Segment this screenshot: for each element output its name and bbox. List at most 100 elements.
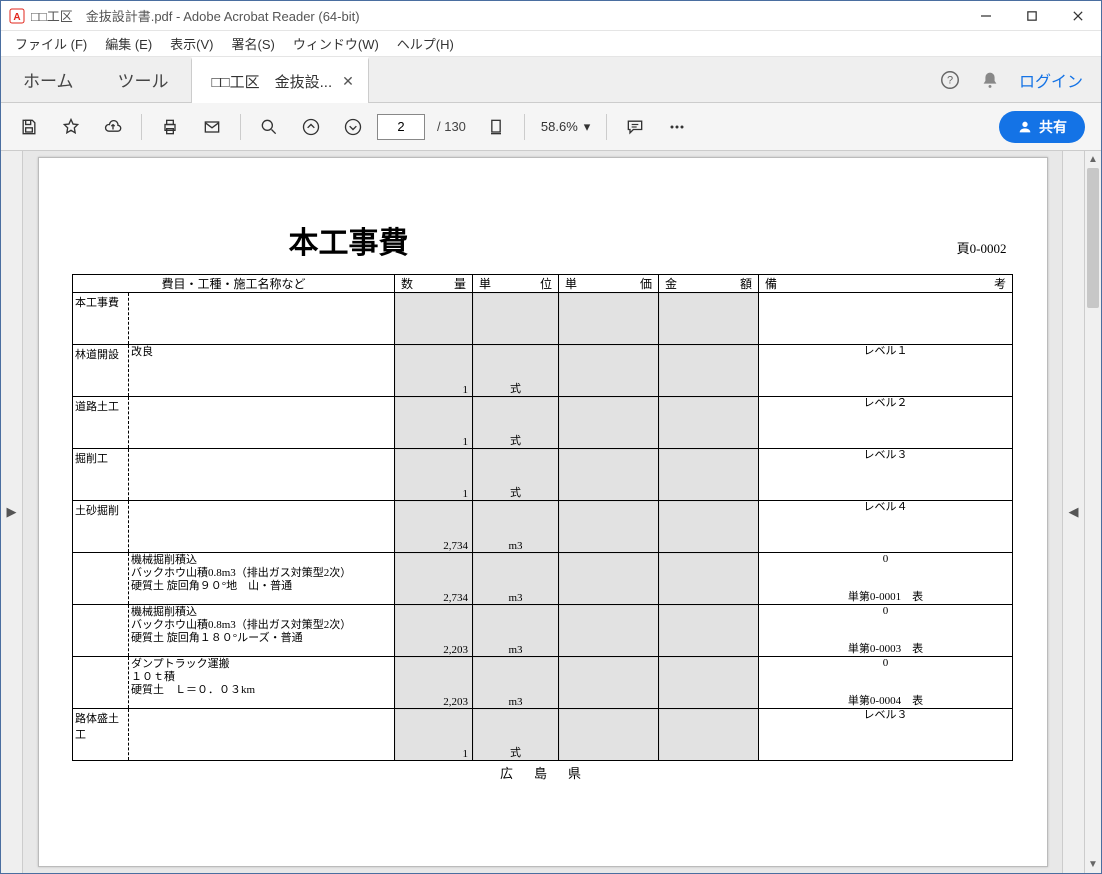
save-icon[interactable] — [11, 109, 47, 145]
fit-page-icon[interactable] — [478, 109, 514, 145]
scroll-track[interactable] — [1085, 168, 1101, 856]
table-cell-qty — [395, 293, 473, 345]
cloud-upload-icon[interactable] — [95, 109, 131, 145]
tab-document[interactable]: □□工区 金抜設... ✕ — [191, 57, 369, 103]
app-icon: A — [9, 8, 25, 24]
zoom-select[interactable]: 58.6% ▾ — [535, 119, 596, 135]
table-cell-uprice — [559, 605, 659, 657]
help-icon[interactable]: ? — [939, 69, 961, 91]
table-cell-uprice — [559, 501, 659, 553]
share-label: 共有 — [1039, 117, 1067, 137]
table-cell-qty: 2,734 — [395, 553, 473, 605]
table-cell-qty: 2,203 — [395, 657, 473, 709]
table-cell-note: レベル３ — [759, 709, 1013, 761]
table-cell-unit: m3 — [473, 501, 559, 553]
table-cell-uprice — [559, 709, 659, 761]
table-cell-uprice — [559, 293, 659, 345]
login-link[interactable]: ログイン — [1019, 68, 1083, 92]
menu-window[interactable]: ウィンドウ(W) — [285, 31, 387, 56]
star-icon[interactable] — [53, 109, 89, 145]
table-cell-unit: 式 — [473, 709, 559, 761]
user-share-icon — [1017, 119, 1033, 135]
th-uprice: 単価 — [559, 275, 659, 293]
table-cell-amount — [659, 449, 759, 501]
table-cell-name: 機械掘削積込バックホウ山積0.8m3（排出ガス対策型2次）硬質土 旋回角９０°地… — [73, 553, 395, 605]
table-cell-name: 本工事費 — [73, 293, 395, 345]
table-cell-name: 道路土工 — [73, 397, 395, 449]
menu-view[interactable]: 表示(V) — [162, 31, 221, 56]
toolbar-sep — [524, 114, 525, 140]
table-cell-note: レベル４ — [759, 501, 1013, 553]
table-cell-name: 機械掘削積込バックホウ山積0.8m3（排出ガス対策型2次）硬質土 旋回角１８０°… — [73, 605, 395, 657]
close-tab-icon[interactable]: ✕ — [342, 73, 354, 90]
table-cell-unit: 式 — [473, 345, 559, 397]
right-panel-toggle[interactable]: ◀ — [1062, 151, 1084, 873]
table-cell-qty: 2,734 — [395, 501, 473, 553]
prev-page-icon[interactable] — [293, 109, 329, 145]
table-cell-note: 0単第0-0004 表 — [759, 657, 1013, 709]
menubar: ファイル (F) 編集 (E) 表示(V) 署名(S) ウィンドウ(W) ヘルプ… — [1, 31, 1101, 57]
tab-tools[interactable]: ツール — [96, 57, 191, 102]
table-cell-qty: 1 — [395, 449, 473, 501]
table-cell-uprice — [559, 449, 659, 501]
maximize-button[interactable] — [1009, 1, 1055, 31]
table-cell-unit: m3 — [473, 553, 559, 605]
th-qty: 数量 — [395, 275, 473, 293]
print-icon[interactable] — [152, 109, 188, 145]
scroll-down-icon[interactable]: ▼ — [1085, 856, 1101, 873]
tabbar: ホーム ツール □□工区 金抜設... ✕ ? ログイン — [1, 57, 1101, 103]
page-number-input[interactable] — [377, 114, 425, 140]
table-cell-qty: 1 — [395, 397, 473, 449]
tab-home[interactable]: ホーム — [1, 57, 96, 102]
mail-icon[interactable] — [194, 109, 230, 145]
table-cell-uprice — [559, 397, 659, 449]
share-button[interactable]: 共有 — [999, 111, 1085, 143]
doc-page-code: 頁0-0002 — [957, 238, 1007, 257]
menu-sign[interactable]: 署名(S) — [224, 31, 283, 56]
more-icon[interactable] — [659, 109, 695, 145]
bell-icon[interactable] — [979, 69, 1001, 91]
table-cell-uprice — [559, 345, 659, 397]
doc-footer: 広 島 県 — [39, 763, 1047, 782]
comment-icon[interactable] — [617, 109, 653, 145]
table-cell-amount — [659, 553, 759, 605]
minimize-button[interactable] — [963, 1, 1009, 31]
th-amount: 金額 — [659, 275, 759, 293]
table-cell-amount — [659, 605, 759, 657]
th-note: 備考 — [759, 275, 1013, 293]
table-cell-amount — [659, 709, 759, 761]
cost-table: 費目・工種・施工名称など 数量 単位 単価 金額 備考 本工事費林道開設改良1式… — [72, 274, 1013, 761]
titlebar: A □□工区 金抜設計書.pdf - Adobe Acrobat Reader … — [1, 1, 1101, 31]
page-scroll[interactable]: 本工事費 頁0-0002 費目・工種・施工名称など 数量 単位 単価 金額 — [23, 151, 1062, 873]
table-cell-note: レベル１ — [759, 345, 1013, 397]
scroll-thumb[interactable] — [1087, 168, 1099, 308]
close-button[interactable] — [1055, 1, 1101, 31]
next-page-icon[interactable] — [335, 109, 371, 145]
toolbar-sep — [240, 114, 241, 140]
table-cell-name: 林道開設改良 — [73, 345, 395, 397]
tab-document-label: □□工区 金抜設... — [212, 71, 333, 92]
table-cell-amount — [659, 657, 759, 709]
pdf-page: 本工事費 頁0-0002 費目・工種・施工名称など 数量 単位 単価 金額 — [38, 157, 1048, 867]
menu-file[interactable]: ファイル (F) — [7, 31, 95, 56]
scroll-up-icon[interactable]: ▲ — [1085, 151, 1101, 168]
table-cell-note — [759, 293, 1013, 345]
search-icon[interactable] — [251, 109, 287, 145]
zoom-value: 58.6% — [541, 119, 578, 134]
table-cell-unit: m3 — [473, 657, 559, 709]
table-cell-amount — [659, 345, 759, 397]
table-cell-qty: 1 — [395, 345, 473, 397]
menu-edit[interactable]: 編集 (E) — [97, 31, 160, 56]
toolbar: / 130 58.6% ▾ 共有 — [1, 103, 1101, 151]
table-cell-qty: 1 — [395, 709, 473, 761]
table-cell-unit: m3 — [473, 605, 559, 657]
th-name: 費目・工種・施工名称など — [73, 275, 395, 293]
table-cell-name: 掘削工 — [73, 449, 395, 501]
vertical-scrollbar[interactable]: ▲ ▼ — [1084, 151, 1101, 873]
table-cell-unit — [473, 293, 559, 345]
menu-help[interactable]: ヘルプ(H) — [389, 31, 462, 56]
table-cell-amount — [659, 293, 759, 345]
table-cell-name: ダンプトラック運搬１０ｔ積硬質土 Ｌ＝０．０３km — [73, 657, 395, 709]
table-cell-note: 0単第0-0003 表 — [759, 605, 1013, 657]
left-panel-toggle[interactable]: ▶ — [1, 151, 23, 873]
